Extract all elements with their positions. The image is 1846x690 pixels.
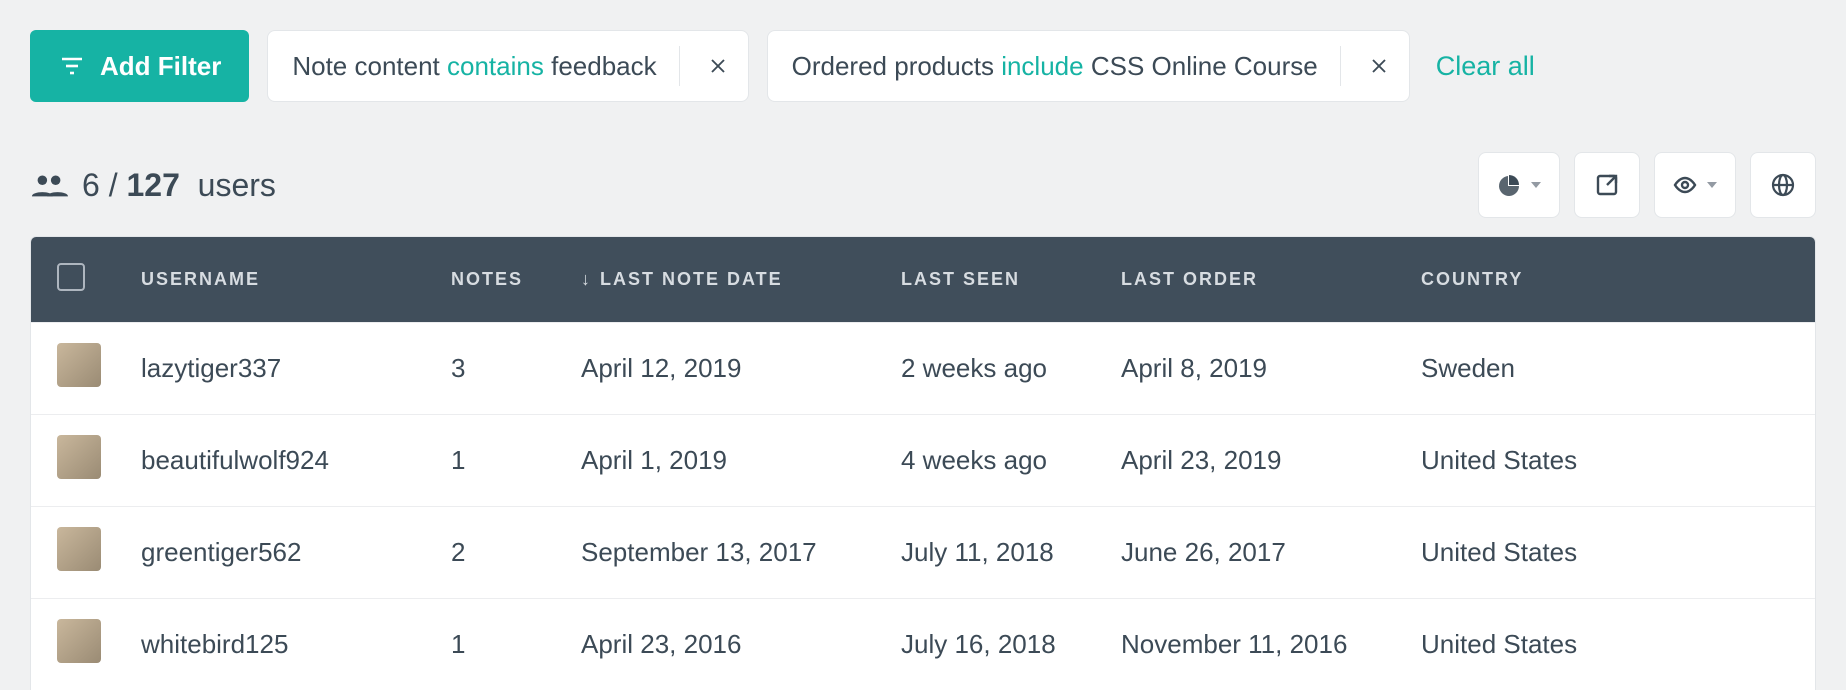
chart-dropdown-button[interactable] [1478,152,1560,218]
chevron-down-icon [1707,182,1717,188]
cell-last-order: November 11, 2016 [1101,599,1401,690]
cell-username: whitebird125 [121,599,431,690]
entity-label: users [198,167,276,203]
cell-last-note-date: September 13, 2017 [561,507,881,599]
cell-notes: 2 [431,507,561,599]
column-header-last-seen[interactable]: LAST SEEN [881,237,1101,323]
cell-last-seen: July 16, 2018 [881,599,1101,690]
column-header-username[interactable]: USERNAME [121,237,431,323]
cell-username: lazytiger337 [121,323,431,415]
column-header-last-note-date[interactable]: ↓LAST NOTE DATE [561,237,881,323]
select-all-checkbox[interactable] [57,263,85,291]
total-count: 127 [126,167,179,203]
filter-operator: contains [447,51,544,82]
filter-chip[interactable]: Note content contains feedback [267,30,748,102]
table-row[interactable]: greentiger5622September 13, 2017July 11,… [31,507,1815,599]
result-count: 6 / 127 users [30,167,276,204]
cell-last-seen: July 11, 2018 [881,507,1101,599]
pie-chart-icon [1497,173,1521,197]
users-icon [30,171,68,199]
remove-filter-button[interactable] [698,46,738,86]
divider [1340,46,1341,86]
remove-filter-button[interactable] [1359,46,1399,86]
visibility-dropdown-button[interactable] [1654,152,1736,218]
filter-toolbar: Add Filter Note content contains feedbac… [0,0,1846,102]
filter-field: Note content [292,51,439,82]
column-header-notes[interactable]: NOTES [431,237,561,323]
cell-last-note-date: April 1, 2019 [561,415,881,507]
filtered-count: 6 [82,167,100,203]
table-row[interactable]: whitebird1251April 23, 2016July 16, 2018… [31,599,1815,690]
action-buttons [1478,152,1816,218]
cell-last-note-date: April 12, 2019 [561,323,881,415]
cell-last-seen: 4 weeks ago [881,415,1101,507]
eye-icon [1673,173,1697,197]
cell-last-note-date: April 23, 2016 [561,599,881,690]
filter-icon [58,54,86,78]
close-icon [709,57,727,75]
avatar [57,527,101,571]
table-row[interactable]: lazytiger3373April 12, 20192 weeks agoAp… [31,323,1815,415]
cell-country: Sweden [1401,323,1815,415]
close-icon [1370,57,1388,75]
cell-country: United States [1401,415,1815,507]
export-icon [1595,173,1619,197]
cell-username: beautifulwolf924 [121,415,431,507]
filter-chip[interactable]: Ordered products include CSS Online Cour… [767,30,1410,102]
filter-value: feedback [551,51,657,82]
export-button[interactable] [1574,152,1640,218]
sort-desc-icon: ↓ [581,269,592,289]
filter-value: CSS Online Course [1091,51,1318,82]
filter-operator: include [1001,51,1083,82]
cell-notes: 3 [431,323,561,415]
cell-last-order: April 23, 2019 [1101,415,1401,507]
cell-country: United States [1401,507,1815,599]
cell-last-seen: 2 weeks ago [881,323,1101,415]
globe-icon [1771,173,1795,197]
avatar [57,343,101,387]
cell-notes: 1 [431,599,561,690]
divider [679,46,680,86]
cell-last-order: June 26, 2017 [1101,507,1401,599]
filter-field: Ordered products [792,51,994,82]
cell-username: greentiger562 [121,507,431,599]
table-row[interactable]: beautifulwolf9241April 1, 20194 weeks ag… [31,415,1815,507]
avatar [57,435,101,479]
table-header-row: USERNAME NOTES ↓LAST NOTE DATE LAST SEEN… [31,237,1815,323]
cell-country: United States [1401,599,1815,690]
add-filter-button[interactable]: Add Filter [30,30,249,102]
column-header-last-order[interactable]: LAST ORDER [1101,237,1401,323]
cell-notes: 1 [431,415,561,507]
users-table: USERNAME NOTES ↓LAST NOTE DATE LAST SEEN… [30,236,1816,690]
add-filter-label: Add Filter [100,51,221,82]
avatar [57,619,101,663]
globe-button[interactable] [1750,152,1816,218]
chevron-down-icon [1531,182,1541,188]
clear-all-link[interactable]: Clear all [1436,51,1535,82]
column-header-country[interactable]: COUNTRY [1401,237,1815,323]
cell-last-order: April 8, 2019 [1101,323,1401,415]
